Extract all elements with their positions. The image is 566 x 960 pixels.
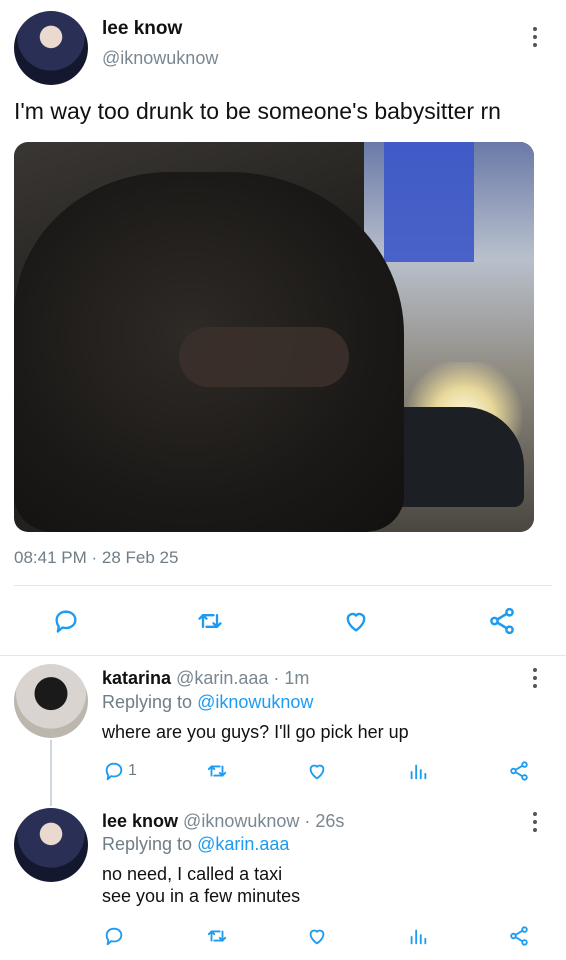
like-icon[interactable]	[305, 760, 329, 782]
replying-to: Replying to @karin.aaa	[102, 834, 289, 855]
replying-to-link[interactable]: @karin.aaa	[197, 834, 289, 854]
stats-icon[interactable]	[407, 925, 429, 947]
display-name[interactable]: lee know	[102, 811, 178, 831]
more-icon[interactable]	[532, 812, 538, 832]
reply-count: 1	[128, 762, 137, 779]
replying-to: Replying to @iknowuknow	[102, 692, 313, 713]
replying-to-link[interactable]: @iknowuknow	[197, 692, 313, 712]
replying-prefix: Replying to	[102, 834, 193, 854]
avatar[interactable]	[14, 808, 88, 882]
tweet-timestamp: 08:41 PM · 28 Feb 25	[14, 548, 179, 567]
thread-line	[50, 740, 52, 806]
tweet-image[interactable]	[14, 142, 534, 532]
retweet-icon[interactable]	[195, 607, 225, 635]
reply-header: katarina @karin.aaa · 1m	[102, 668, 309, 689]
image-hand	[179, 327, 349, 387]
reply-icon[interactable]	[103, 925, 125, 947]
display-name[interactable]: lee know	[102, 18, 182, 40]
user-handle[interactable]: @karin.aaa	[176, 668, 268, 688]
like-icon[interactable]	[341, 607, 371, 635]
reply-header: lee know @iknowuknow · 26s	[102, 811, 344, 832]
share-icon[interactable]	[508, 760, 530, 782]
retweet-icon[interactable]	[205, 760, 229, 782]
retweet-icon[interactable]	[205, 925, 229, 947]
reply-icon[interactable]	[52, 607, 80, 635]
tweet-text: I'm way too drunk to be someone's babysi…	[14, 98, 501, 124]
share-icon[interactable]	[508, 925, 530, 947]
stats-icon[interactable]	[407, 760, 429, 782]
reply-time: · 26s	[304, 811, 345, 831]
reply-time: · 1m	[273, 668, 310, 688]
like-icon[interactable]	[305, 925, 329, 947]
user-handle[interactable]: @iknowuknow	[183, 811, 299, 831]
avatar[interactable]	[14, 11, 88, 85]
reply-text: where are you guys? I'll go pick her up	[102, 722, 409, 742]
reply-text-line-1: no need, I called a taxi	[102, 864, 283, 884]
more-icon[interactable]	[532, 668, 538, 688]
share-icon[interactable]	[487, 606, 517, 636]
more-icon[interactable]	[532, 27, 538, 47]
reply-text-line-2: see you in a few minutes	[102, 886, 301, 906]
divider	[14, 585, 552, 586]
user-handle[interactable]: @iknowuknow	[102, 48, 218, 69]
divider	[0, 655, 566, 656]
avatar[interactable]	[14, 664, 88, 738]
image-sky	[384, 142, 474, 262]
display-name[interactable]: katarina	[102, 668, 171, 688]
reply-icon[interactable]	[103, 760, 125, 782]
replying-prefix: Replying to	[102, 692, 193, 712]
